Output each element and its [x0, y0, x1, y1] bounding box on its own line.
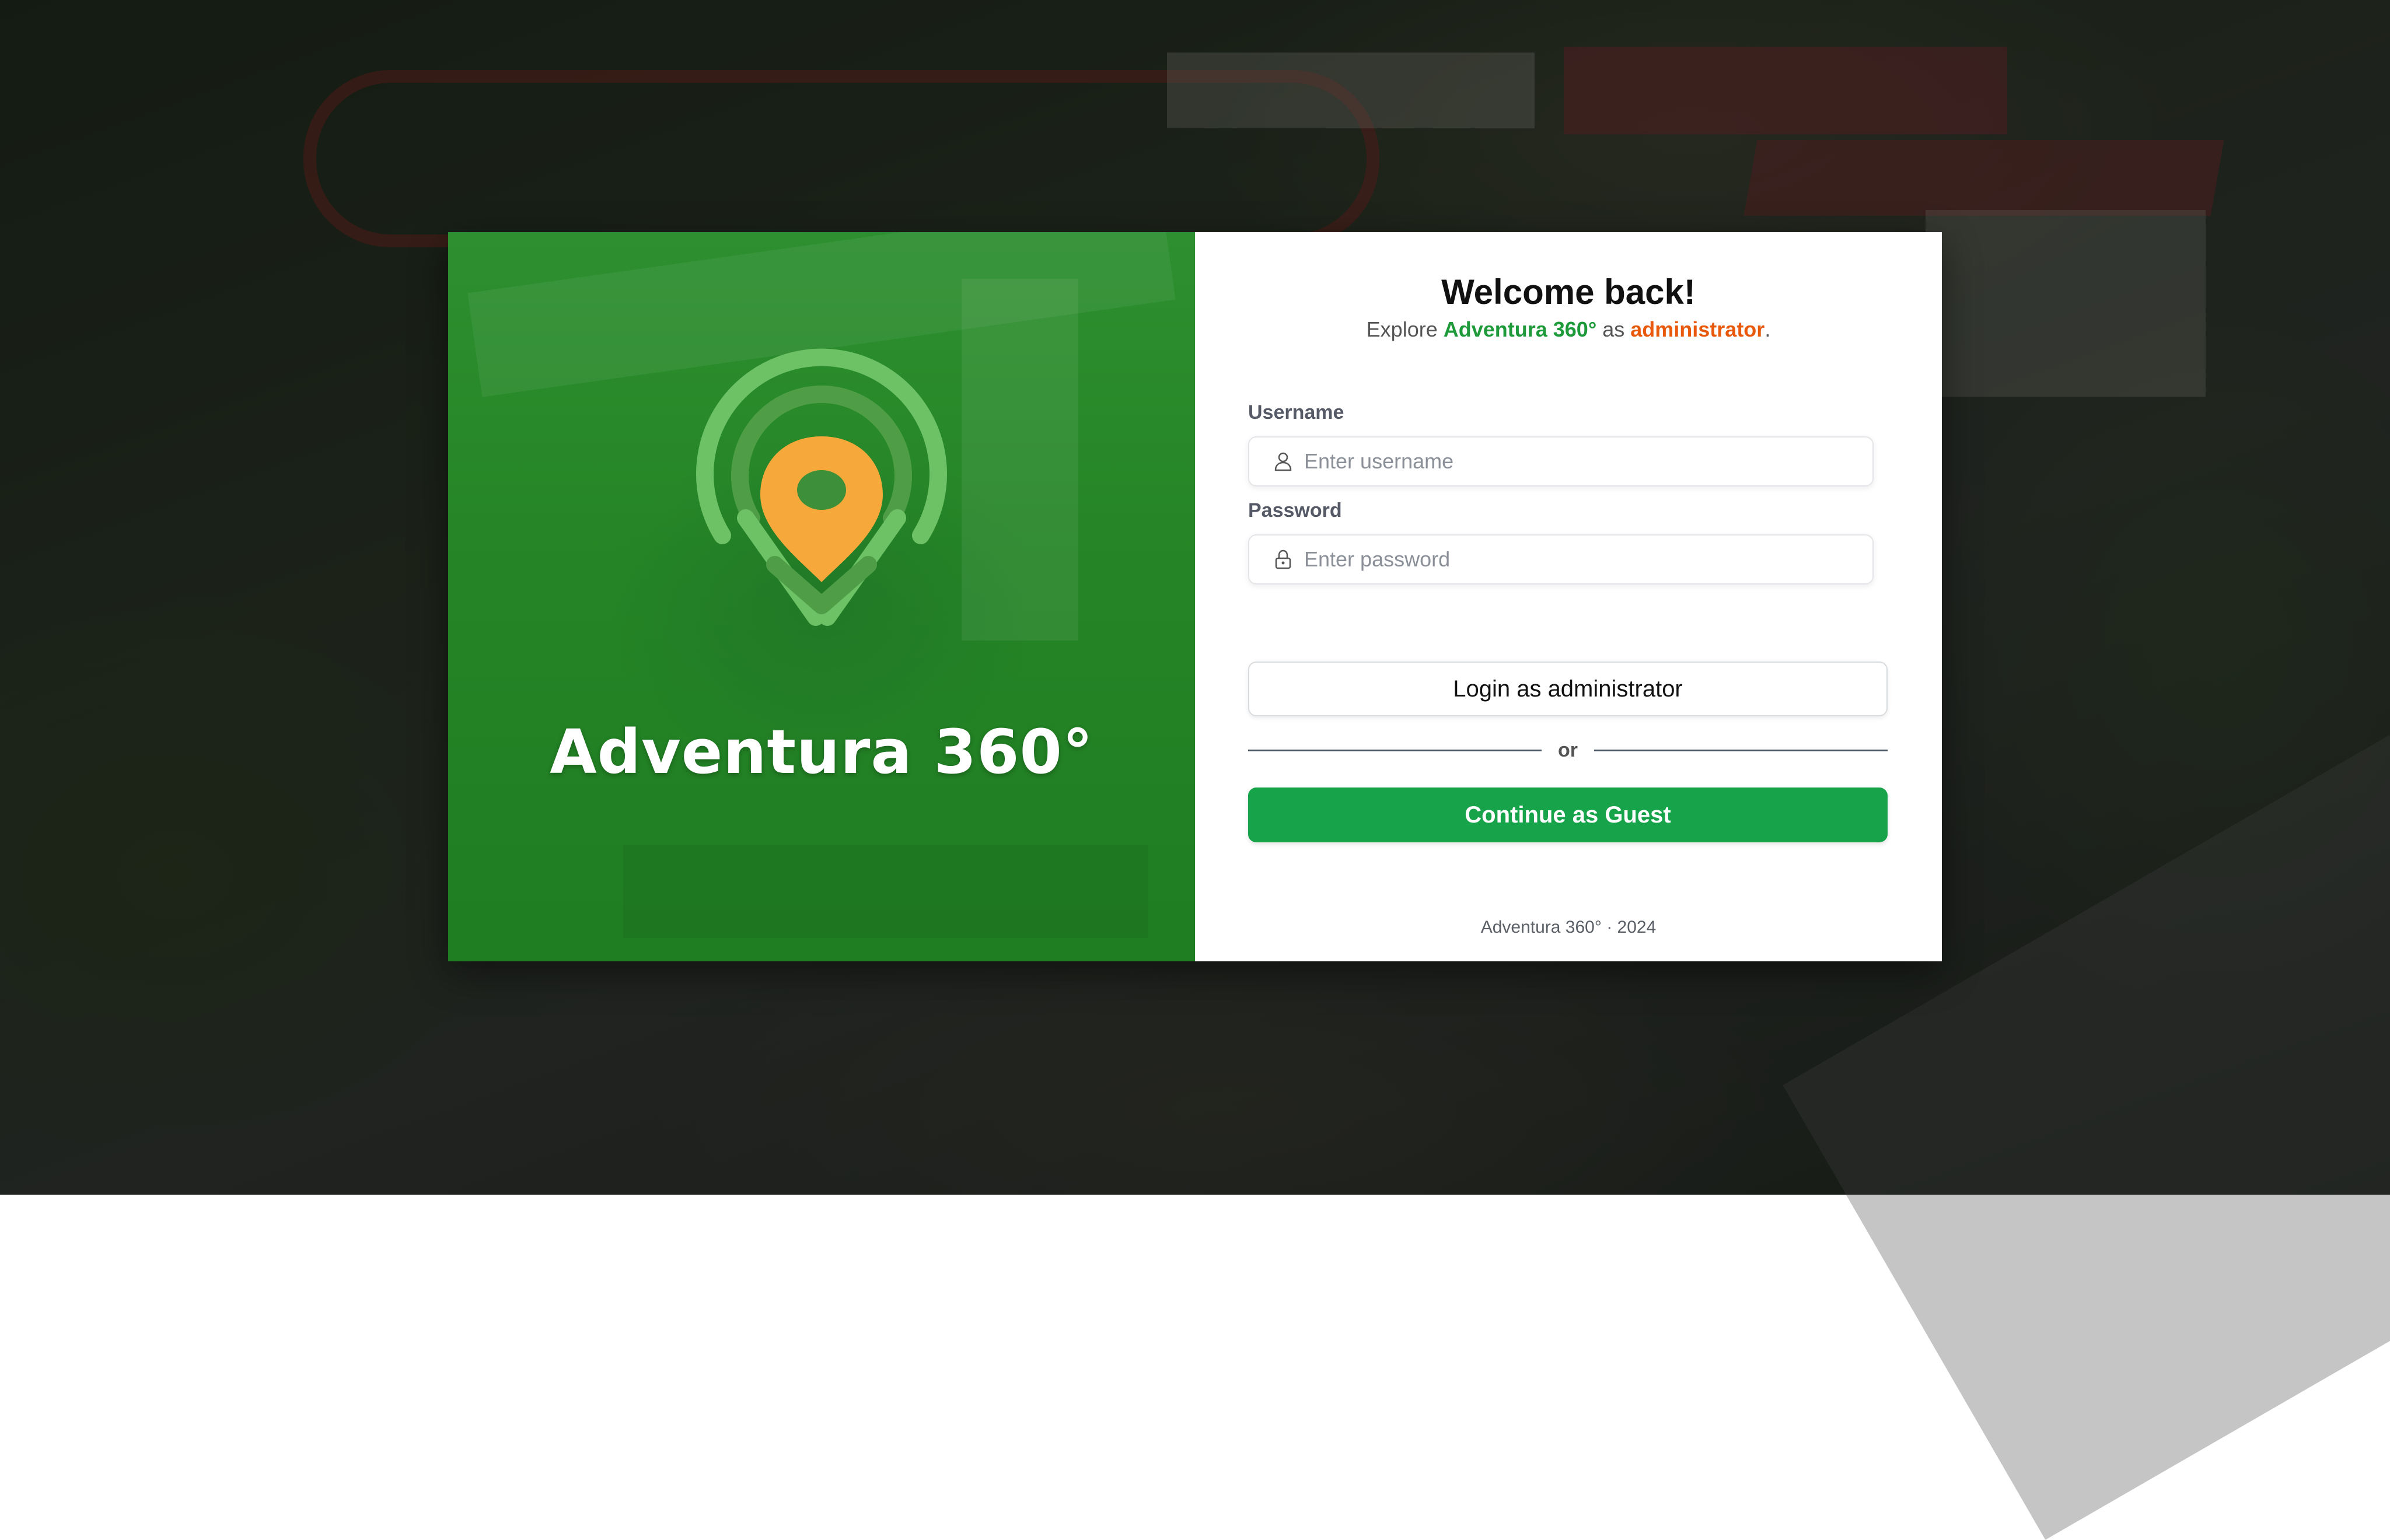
login-form-panel: Welcome back! Explore Adventura 360° as … [1195, 232, 1942, 961]
divider-line-right [1594, 749, 1888, 751]
subtitle-suffix: . [1764, 317, 1771, 341]
footer-text: Adventura 360° · 2024 [1480, 918, 1657, 937]
password-input[interactable] [1303, 536, 1872, 583]
subtitle-brand: Adventura 360° [1443, 317, 1597, 341]
location-pin-logo-icon [696, 348, 947, 626]
or-divider: or [1248, 738, 1888, 762]
password-label: Password [1248, 499, 1342, 522]
subtitle-role: administrator [1630, 317, 1765, 341]
password-field-wrapper [1248, 534, 1874, 584]
user-icon [1271, 450, 1295, 473]
subtitle: Explore Adventura 360° as administrator. [1195, 317, 1942, 342]
brand-title: Adventura 360° [550, 716, 1093, 788]
continue-as-guest-button[interactable]: Continue as Guest [1248, 788, 1888, 842]
login-as-administrator-button[interactable]: Login as administrator [1248, 662, 1888, 716]
brand-panel: Adventura 360° [448, 232, 1195, 961]
welcome-heading: Welcome back! [1441, 272, 1696, 312]
lock-icon [1271, 548, 1295, 571]
subtitle-middle: as [1596, 317, 1631, 341]
username-field-wrapper [1248, 436, 1874, 487]
divider-line-left [1248, 749, 1542, 751]
username-label: Username [1248, 401, 1344, 424]
login-card: Adventura 360° Welcome back! Explore Adv… [448, 232, 1942, 961]
subtitle-prefix: Explore [1366, 317, 1444, 341]
username-input[interactable] [1303, 438, 1872, 485]
divider-or-text: or [1558, 738, 1578, 761]
